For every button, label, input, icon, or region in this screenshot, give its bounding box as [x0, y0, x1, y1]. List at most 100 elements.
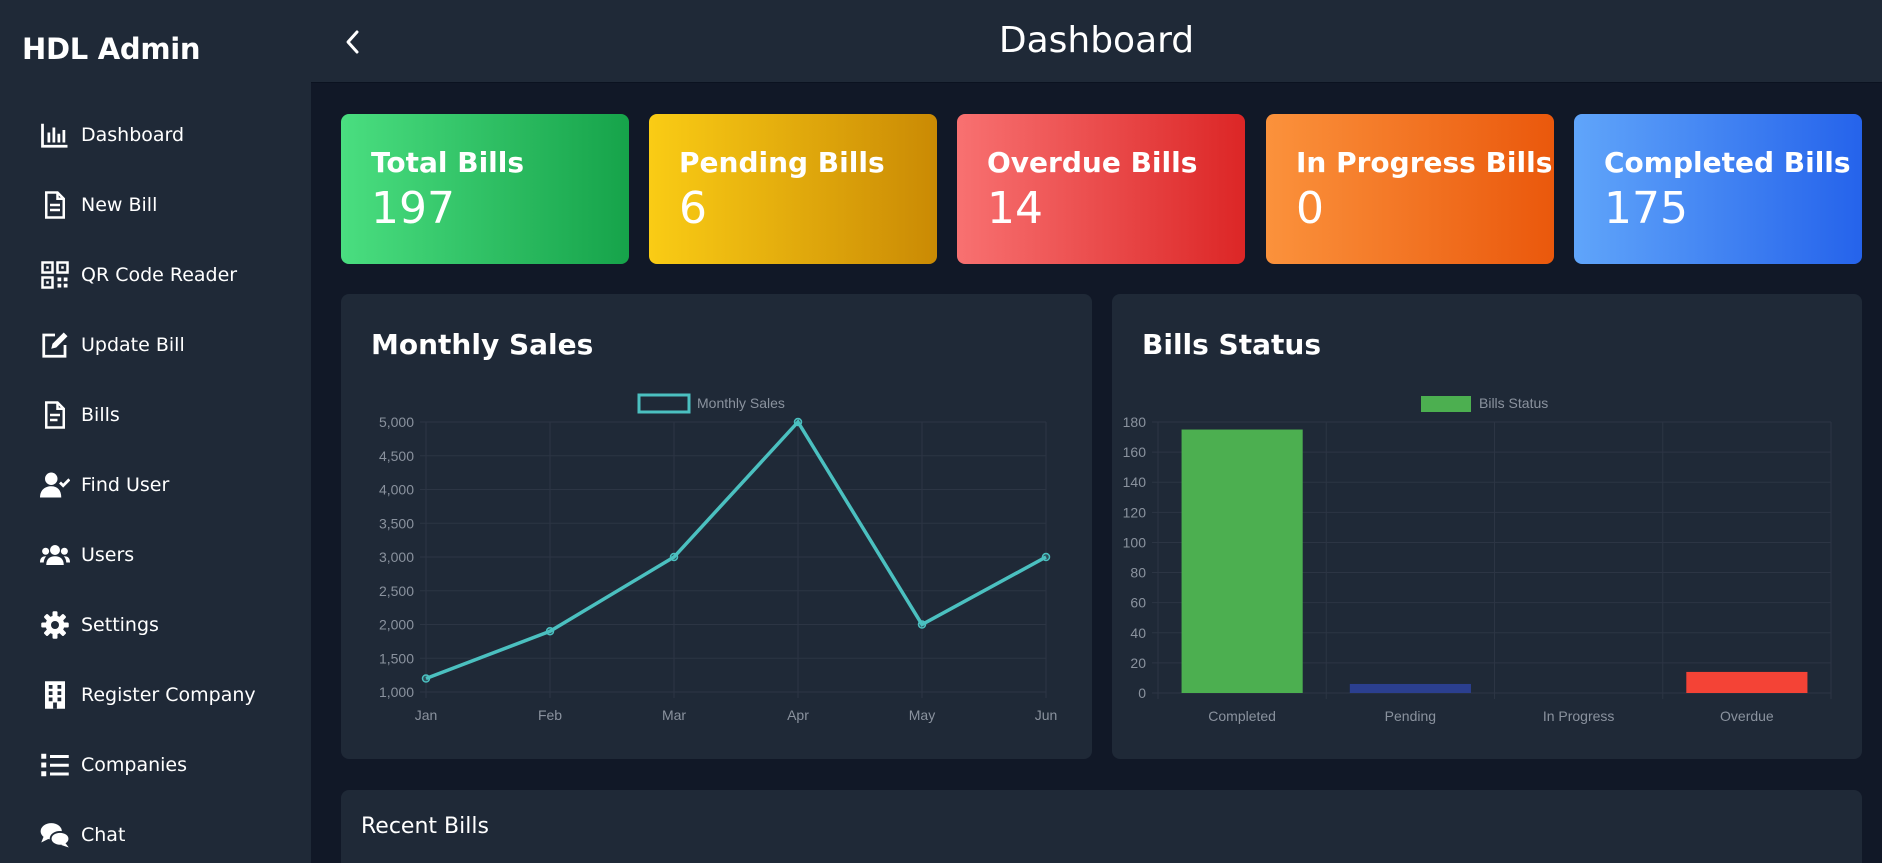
- data-point: [545, 627, 555, 636]
- chart-bar-icon: [41, 123, 68, 148]
- comments-icon: [40, 823, 70, 848]
- bar-pending: [1349, 683, 1471, 693]
- stat-card-total-bills[interactable]: Total Bills 197: [341, 114, 629, 264]
- stat-card-pending-bills[interactable]: Pending Bills 6: [649, 114, 937, 264]
- sidebar-item-companies[interactable]: Companies: [0, 730, 311, 800]
- sidebar-item-label: QR Code Reader: [81, 264, 238, 286]
- x-tick-label: In Progress: [1543, 708, 1615, 724]
- sidebar-item-label: New Bill: [81, 194, 158, 216]
- stat-label: Total Bills: [371, 146, 525, 179]
- y-tick-label: 0: [1138, 685, 1146, 701]
- y-tick-label: 4,000: [379, 482, 414, 498]
- gear-icon: [41, 611, 69, 639]
- sidebar-item-label: Companies: [81, 754, 188, 776]
- sidebar-item-register-company[interactable]: Register Company: [0, 660, 311, 730]
- bar-completed: [1181, 429, 1303, 693]
- stat-label: In Progress Bills: [1296, 146, 1553, 179]
- sidebar: HDL Admin Dashboard New Bill QR Code Rea…: [0, 0, 311, 863]
- legend-label: Bills Status: [1479, 395, 1548, 411]
- header: Dashboard: [311, 0, 1882, 83]
- sidebar-item-dashboard[interactable]: Dashboard: [0, 100, 311, 170]
- sidebar-item-label: Find User: [81, 474, 170, 496]
- stat-value: 14: [987, 183, 1043, 234]
- y-tick-label: 180: [1123, 414, 1147, 430]
- brand-title: HDL Admin: [22, 32, 201, 66]
- y-tick-label: 100: [1123, 534, 1147, 550]
- x-tick-label: Overdue: [1720, 708, 1774, 724]
- y-tick-label: 20: [1130, 655, 1146, 671]
- sidebar-item-update-bill[interactable]: Update Bill: [0, 310, 311, 380]
- monthly-sales-chart: 1,000 1,500 2,000 2,500 3,000 3,500 4,000 4,500…: [379, 393, 1058, 723]
- edit-icon: [42, 332, 68, 358]
- sidebar-item-users[interactable]: Users: [0, 520, 311, 590]
- bills-status-panel: Bills Status 0 20 40 60 80 100 120 140 160 180 Bil…: [1112, 294, 1862, 759]
- sidebar-item-bills[interactable]: Bills: [0, 380, 311, 450]
- y-tick-label: 80: [1130, 565, 1146, 581]
- data-point: [421, 674, 431, 683]
- x-tick-label: Apr: [787, 707, 809, 723]
- data-point: [917, 620, 927, 629]
- sidebar-item-settings[interactable]: Settings: [0, 590, 311, 660]
- stat-value: 6: [679, 183, 707, 234]
- list-icon: [41, 753, 69, 777]
- stat-card-overdue-bills[interactable]: Overdue Bills 14: [957, 114, 1245, 264]
- stat-label: Completed Bills: [1604, 146, 1851, 179]
- stat-value: 197: [371, 183, 455, 234]
- recent-bills-title: Recent Bills: [361, 814, 489, 839]
- building-icon: [45, 681, 65, 709]
- qrcode-icon: [41, 261, 69, 289]
- monthly-sales-panel: Monthly Sales 1,000 1,500 2,000 2,500 3,000 3…: [341, 294, 1092, 759]
- x-tick-label: Pending: [1385, 708, 1436, 724]
- file-alt-icon: [45, 401, 65, 429]
- stat-value: 0: [1296, 183, 1324, 234]
- sidebar-item-label: Bills: [81, 404, 120, 426]
- y-tick-label: 4,500: [379, 448, 414, 464]
- y-tick-label: 2,500: [379, 583, 414, 599]
- sidebar-nav: Dashboard New Bill QR Code Reader Update…: [0, 100, 311, 863]
- x-tick-label: Completed: [1208, 708, 1276, 724]
- stat-card-completed-bills[interactable]: Completed Bills 175: [1574, 114, 1862, 264]
- data-point: [793, 417, 803, 427]
- recent-bills-panel: Recent Bills: [341, 790, 1862, 863]
- y-tick-label: 1,500: [379, 650, 414, 666]
- y-tick-label: 140: [1123, 474, 1147, 490]
- y-tick-label: 3,500: [379, 515, 414, 531]
- legend-swatch: [1421, 396, 1471, 412]
- x-tick-label: May: [909, 707, 935, 723]
- stat-label: Overdue Bills: [987, 146, 1198, 179]
- sidebar-item-label: Users: [81, 544, 135, 566]
- y-tick-label: 40: [1130, 625, 1146, 641]
- x-tick-label: Jan: [415, 707, 438, 723]
- y-tick-label: 3,000: [379, 549, 414, 565]
- sidebar-item-label: Settings: [81, 614, 159, 636]
- stat-value: 175: [1604, 183, 1688, 234]
- y-tick-label: 120: [1123, 504, 1147, 520]
- sidebar-item-find-user[interactable]: Find User: [0, 450, 311, 520]
- y-tick-label: 5,000: [379, 414, 414, 430]
- bills-status-chart: 0 20 40 60 80 100 120 140 160 180 Bills Status Comp…: [1123, 395, 1832, 724]
- x-tick-label: Mar: [662, 707, 686, 723]
- sidebar-item-label: Chat: [81, 824, 126, 846]
- sidebar-item-qr-code-reader[interactable]: QR Code Reader: [0, 240, 311, 310]
- file-icon: [45, 191, 65, 219]
- data-point: [669, 552, 679, 562]
- sidebar-item-chat[interactable]: Chat: [0, 800, 311, 863]
- x-tick-label: Jun: [1035, 707, 1058, 723]
- y-tick-label: 1,000: [379, 684, 414, 700]
- users-icon: [40, 545, 70, 565]
- x-tick-label: Feb: [538, 707, 562, 723]
- stat-card-in-progress-bills[interactable]: In Progress Bills 0: [1266, 114, 1554, 264]
- user-check-icon: [40, 472, 70, 498]
- series-line: [425, 419, 1047, 681]
- page-title: Dashboard: [998, 20, 1195, 61]
- legend-label: Monthly Sales: [697, 395, 785, 411]
- bar-overdue: [1686, 671, 1808, 693]
- y-tick-label: 60: [1130, 595, 1146, 611]
- y-tick-label: 160: [1123, 444, 1147, 460]
- y-tick-label: 2,000: [379, 617, 414, 633]
- data-point: [1041, 552, 1051, 562]
- legend-swatch: [637, 393, 691, 414]
- stat-label: Pending Bills: [679, 146, 885, 179]
- sidebar-item-label: Dashboard: [81, 124, 185, 146]
- sidebar-item-new-bill[interactable]: New Bill: [0, 170, 311, 240]
